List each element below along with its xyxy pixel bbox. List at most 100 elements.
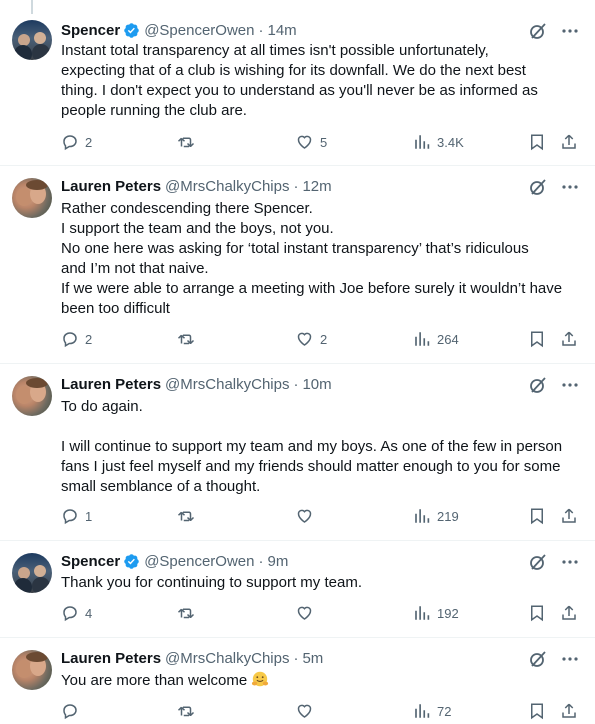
heart-icon	[297, 135, 312, 149]
bookmark-button[interactable]	[528, 133, 546, 151]
tweet-text-line: No one here was asking for ‘total instan…	[61, 240, 529, 257]
user-handle[interactable]: @SpencerOwen	[144, 22, 254, 39]
tweet-text: Instant total transparency at all times …	[61, 41, 586, 121]
avatar[interactable]	[12, 178, 52, 218]
grok-icon[interactable]	[529, 178, 547, 196]
view-count: 3.4K	[437, 134, 464, 150]
reply-button[interactable]	[61, 702, 85, 720]
share-icon	[562, 508, 576, 523]
timestamp[interactable]: 9m	[267, 553, 288, 570]
tweet-header: Lauren Peters @MrsChalkyChips · 12m	[61, 176, 332, 196]
heart-icon	[297, 704, 312, 718]
user-handle[interactable]: @MrsChalkyChips	[165, 178, 289, 195]
tweet-text-line: been too difficult	[61, 300, 170, 317]
like-button[interactable]: 5	[295, 133, 327, 151]
bookmark-icon	[531, 703, 543, 720]
timestamp[interactable]: 12m	[302, 178, 331, 195]
avatar[interactable]	[12, 553, 52, 593]
timestamp[interactable]: 14m	[267, 22, 296, 39]
more-options-icon[interactable]	[561, 376, 579, 394]
tweet-text-line: To do again.	[61, 398, 143, 415]
user-handle[interactable]: @MrsChalkyChips	[165, 376, 289, 393]
more-options-icon[interactable]	[561, 178, 579, 196]
share-button[interactable]	[560, 507, 578, 525]
bookmark-button[interactable]	[528, 507, 546, 525]
avatar[interactable]	[12, 376, 52, 416]
more-options-icon[interactable]	[561, 22, 579, 40]
display-name[interactable]: Lauren Peters	[61, 178, 161, 195]
tweet-text-line: Rather condescending there Spencer.	[61, 200, 313, 217]
retweet-button[interactable]	[176, 604, 202, 622]
heart-icon	[297, 332, 312, 346]
grok-icon[interactable]	[529, 376, 547, 394]
share-button[interactable]	[560, 133, 578, 151]
share-icon	[562, 134, 576, 149]
grok-icon[interactable]	[529, 22, 547, 40]
views-button[interactable]: 72	[413, 702, 451, 720]
separator-dot: ·	[293, 649, 299, 667]
reply-button[interactable]: 1	[61, 507, 92, 525]
like-count: 2	[320, 331, 328, 347]
reply-button[interactable]: 2	[61, 330, 92, 348]
like-button[interactable]	[295, 604, 320, 622]
reply-icon	[63, 606, 77, 622]
retweet-button[interactable]	[176, 133, 202, 151]
avatar[interactable]	[12, 20, 52, 60]
action-bar: 1 219	[61, 507, 581, 529]
share-button[interactable]	[560, 702, 578, 720]
tweet-text-line: expecting that of a club is wishing for …	[61, 62, 526, 79]
display-name[interactable]: Spencer	[61, 553, 120, 570]
tweet-text-line: and I’m not that naive.	[61, 260, 209, 277]
separator-dot: ·	[293, 177, 299, 195]
tweet-text-line: fans I just feel myself and my friends s…	[61, 458, 561, 475]
user-handle[interactable]: @SpencerOwen	[144, 553, 254, 570]
reply-count: 1	[85, 508, 93, 524]
tweet[interactable]: Lauren Peters @MrsChalkyChips · 12m Rath…	[0, 166, 595, 364]
tweet-text-line: people running the club are.	[61, 102, 247, 119]
views-button[interactable]: 264	[413, 330, 459, 348]
display-name[interactable]: Lauren Peters	[61, 376, 161, 393]
reply-count: 2	[85, 331, 93, 347]
more-options-icon[interactable]	[561, 553, 579, 571]
reply-button[interactable]: 4	[61, 604, 92, 622]
reply-button[interactable]: 2	[61, 133, 92, 151]
views-button[interactable]: 219	[413, 507, 459, 525]
retweet-button[interactable]	[176, 507, 202, 525]
views-button[interactable]: 192	[413, 604, 459, 622]
view-count: 219	[437, 508, 459, 524]
views-button[interactable]: 3.4K	[413, 133, 464, 151]
bookmark-button[interactable]	[528, 604, 546, 622]
avatar[interactable]	[12, 650, 52, 690]
display-name[interactable]: Spencer	[61, 22, 120, 39]
share-button[interactable]	[560, 330, 578, 348]
bookmark-button[interactable]	[528, 702, 546, 720]
display-name[interactable]: Lauren Peters	[61, 650, 161, 667]
reply-count: 4	[85, 605, 93, 621]
action-bar: 4 192	[61, 604, 581, 626]
retweet-button[interactable]	[176, 702, 202, 720]
like-button[interactable]	[295, 702, 320, 720]
tweet-header: Spencer @SpencerOwen · 9m	[61, 551, 288, 571]
tweet[interactable]: Spencer @SpencerOwen · 14m Instant total…	[0, 0, 595, 166]
timestamp[interactable]: 10m	[302, 376, 331, 393]
bookmark-button[interactable]	[528, 330, 546, 348]
tweet[interactable]: Spencer @SpencerOwen · 9m Thank you for …	[0, 541, 595, 638]
separator-dot: ·	[258, 552, 264, 570]
tweet-header: Lauren Peters @MrsChalkyChips · 5m	[61, 648, 323, 668]
like-count: 5	[320, 134, 328, 150]
timestamp[interactable]: 5m	[302, 650, 323, 667]
tweet-text-line: If we were able to arrange a meeting wit…	[61, 280, 563, 297]
view-count: 72	[437, 703, 452, 719]
tweet[interactable]: Lauren Peters @MrsChalkyChips · 5m You a…	[0, 638, 595, 720]
retweet-button[interactable]	[176, 330, 202, 348]
tweet[interactable]: Lauren Peters @MrsChalkyChips · 10m To d…	[0, 364, 595, 541]
user-handle[interactable]: @MrsChalkyChips	[165, 650, 289, 667]
like-button[interactable]	[295, 507, 320, 525]
grok-icon[interactable]	[529, 553, 547, 571]
more-options-icon[interactable]	[561, 650, 579, 668]
grok-icon[interactable]	[529, 650, 547, 668]
like-button[interactable]: 2	[295, 330, 327, 348]
share-button[interactable]	[560, 604, 578, 622]
retweet-icon	[177, 706, 195, 717]
